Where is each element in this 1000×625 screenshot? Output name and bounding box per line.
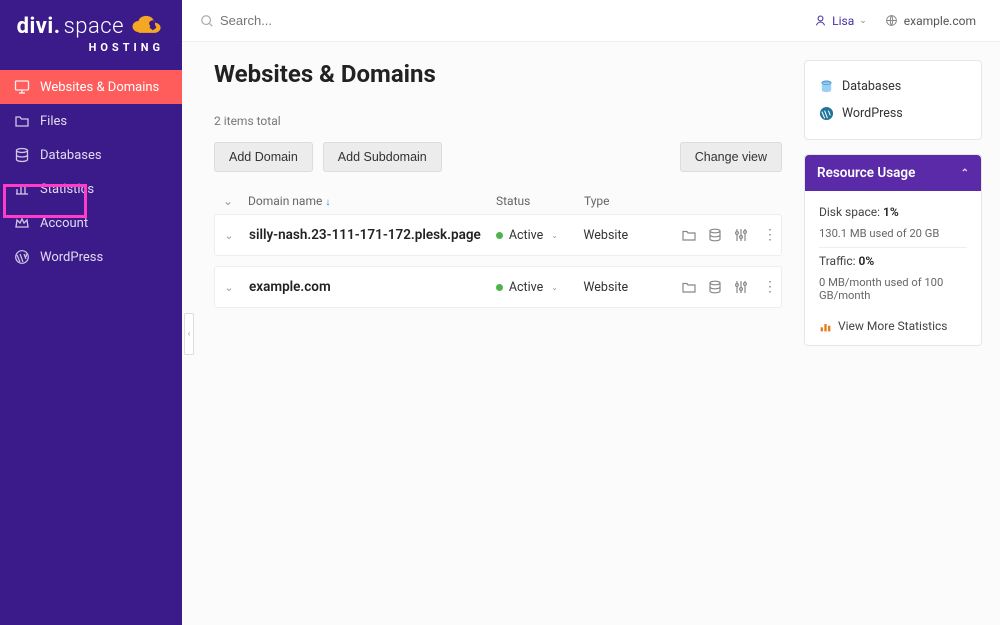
status-dropdown[interactable]: Active⌄ [496,280,558,295]
expand-row-icon[interactable]: ⌄ [224,229,233,242]
wordpress-icon [14,249,30,265]
file-manager-icon[interactable] [681,279,697,295]
traffic-percent: 0% [859,254,875,268]
expand-row-icon[interactable]: ⌄ [224,281,233,294]
current-domain-name: example.com [904,14,976,28]
column-header-name[interactable]: Domain name↓ [242,194,496,208]
chevron-down-icon: ⌄ [551,283,558,292]
monitor-icon [14,79,30,95]
sidebar-item-wordpress[interactable]: WordPress [0,240,182,274]
search-input[interactable] [220,13,520,28]
database-icon[interactable] [707,227,723,243]
user-icon [814,14,827,27]
domain-name-cell[interactable]: silly-nash.23-111-171-172.plesk.page [243,227,496,243]
status-dropdown[interactable]: Active⌄ [496,228,558,243]
sidebar-item-label: Files [40,114,67,129]
bar-chart-color-icon [819,320,832,333]
topbar: Lisa ⌄ example.com [182,0,1000,42]
chevron-up-icon: ⌃ [961,168,969,179]
chevron-down-icon: ⌄ [551,231,558,240]
current-domain[interactable]: example.com [885,14,976,28]
domain-name-cell[interactable]: example.com [243,279,496,295]
domains-table: ⌄ Domain name↓ Status Type ⌄ silly-nash.… [214,188,782,308]
sidebar: divi.space HOSTING Websites & Domains Fi… [0,0,182,625]
logo: divi.space HOSTING [0,0,182,64]
sidebar-item-databases[interactable]: Databases [0,138,182,172]
sidebar-nav: Websites & Domains Files Databases Stati… [0,70,182,274]
sidebar-item-label: Websites & Domains [40,80,159,95]
crown-icon [14,215,30,231]
logo-subtitle: HOSTING [89,41,164,54]
sidebar-item-label: Account [40,216,88,231]
user-name: Lisa [832,14,854,28]
sidebar-item-websites-domains[interactable]: Websites & Domains [0,70,182,104]
disk-percent: 1% [883,205,899,219]
add-domain-button[interactable]: Add Domain [214,142,313,172]
add-subdomain-button[interactable]: Add Subdomain [323,142,442,172]
type-cell: Website [583,228,671,243]
status-dot-icon [496,232,503,239]
sidebar-item-files[interactable]: Files [0,104,182,138]
sidebar-collapse-handle[interactable]: ‹ [182,313,196,355]
change-view-button[interactable]: Change view [680,142,782,172]
quicklink-label: Databases [842,79,901,94]
logo-text-2: space [64,14,124,39]
items-total: 2 items total [214,114,782,128]
expand-all-icon[interactable]: ⌄ [223,194,233,208]
page-title: Websites & Domains [214,60,782,88]
database-color-icon [819,79,834,94]
column-header-type[interactable]: Type [584,194,672,208]
column-header-status[interactable]: Status [496,194,584,208]
type-cell: Website [583,280,671,295]
globe-icon [885,14,898,27]
more-menu-icon[interactable]: ⋮ [759,279,781,295]
sort-asc-icon: ↓ [325,197,330,208]
sidebar-item-label: WordPress [40,250,103,265]
search-box[interactable] [200,13,814,28]
cloud-rocket-icon [130,15,164,39]
quicklink-label: WordPress [842,106,903,121]
sidebar-item-account[interactable]: Account [0,206,182,240]
wordpress-color-icon [819,106,834,121]
database-icon[interactable] [707,279,723,295]
chevron-down-icon: ⌄ [859,16,867,26]
sidebar-item-label: Statistics [40,182,94,197]
search-icon [200,14,214,28]
traffic-detail: 0 MB/month used of 100 GB/month [819,272,967,309]
logo-text-1: divi. [17,14,61,39]
disk-detail: 130.1 MB used of 20 GB [819,223,967,248]
table-row: ⌄ silly-nash.23-111-171-172.plesk.page A… [214,214,782,256]
user-menu[interactable]: Lisa ⌄ [814,14,867,28]
quicklink-wordpress[interactable]: WordPress [819,100,967,127]
more-menu-icon[interactable]: ⋮ [759,227,781,243]
sidebar-item-statistics[interactable]: Statistics [0,172,182,206]
settings-icon[interactable] [733,279,749,295]
resource-usage-header[interactable]: Resource Usage ⌃ [805,155,981,191]
sidebar-item-label: Databases [40,148,102,163]
folder-icon [14,113,30,129]
settings-icon[interactable] [733,227,749,243]
table-row: ⌄ example.com Active⌄ Website ⋮ [214,266,782,308]
quicklink-databases[interactable]: Databases [819,73,967,100]
database-icon [14,147,30,163]
view-more-statistics-link[interactable]: View More Statistics [819,311,967,333]
bar-chart-icon [14,181,30,197]
quick-links-card: Databases WordPress [804,60,982,140]
status-dot-icon [496,284,503,291]
resource-usage-card: Resource Usage ⌃ Disk space: 1% 130.1 MB… [804,154,982,346]
file-manager-icon[interactable] [681,227,697,243]
